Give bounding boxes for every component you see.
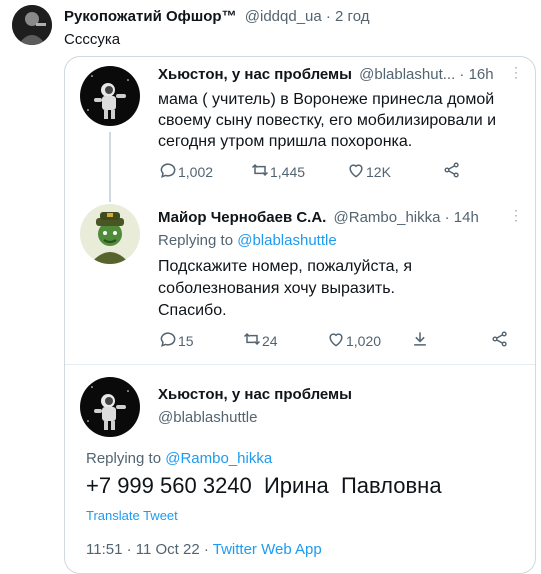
tweet1-text-line: своему сыну повестку, его мобилизировали…	[158, 112, 497, 129]
post-text: Ссссука	[64, 31, 121, 48]
tweet2-more-share-button[interactable]	[490, 329, 510, 352]
tweet2-replying-to-link[interactable]: @blablashuttle	[237, 232, 336, 249]
tweet2-more-icon[interactable]: ⋮	[509, 207, 523, 224]
translate-tweet-link[interactable]: Translate Tweet	[86, 508, 178, 523]
post-author-name[interactable]: Рукопожатий Офшор™	[64, 8, 237, 25]
share-icon	[410, 329, 430, 352]
tweet3-replying-label: Replying to	[86, 450, 166, 467]
tweet3-author-name[interactable]: Хьюстон, у нас проблемы	[158, 386, 352, 403]
share-icon	[442, 160, 462, 183]
tweet2-avatar[interactable]	[80, 204, 140, 264]
tweet1-reply-count: 1,002	[178, 163, 214, 180]
tweet1-like-count: 12K	[366, 163, 391, 180]
tweet1-reply-button[interactable]: 1,002	[158, 160, 213, 183]
tweet2-share-button[interactable]	[410, 329, 430, 352]
tweet2-text-line: Спасибо.	[158, 302, 227, 319]
tweet2-retweet-count: 24	[262, 332, 278, 349]
retweet-icon	[242, 329, 262, 352]
reply-icon	[158, 329, 178, 352]
tweet2-text-line: Подскажите номер, пожалуйста, я	[158, 258, 413, 275]
tweet2-like-count: 1,020	[346, 332, 382, 349]
tweet3-timestamp[interactable]: 11:51 · 11 Oct 22 ·	[86, 541, 213, 558]
tweet1-more-icon[interactable]: ⋮	[509, 64, 523, 81]
avatar-photo-icon	[12, 5, 52, 45]
tweet2-like-button[interactable]: 1,020	[326, 329, 381, 352]
divider	[65, 364, 535, 365]
like-icon	[326, 329, 346, 352]
astronaut-avatar-icon	[80, 377, 140, 437]
tweet1-retweet-button[interactable]: 1,445	[250, 160, 305, 183]
tweet1-handle[interactable]: @blablashut... · 16h	[359, 66, 493, 83]
tweet2-replying-label: Replying to	[158, 232, 238, 249]
tweet2-author-name[interactable]: Майор Чернобаев С.А.	[158, 209, 326, 226]
tweet1-share-button[interactable]	[442, 160, 462, 183]
tweet2-reply-button[interactable]: 15	[158, 329, 194, 352]
officer-avatar-icon	[80, 204, 140, 264]
like-icon	[346, 160, 366, 183]
tweet3-avatar[interactable]	[80, 377, 140, 437]
tweet3-replying-to-link[interactable]: @Rambo_hikka	[165, 450, 272, 467]
tweet1-like-button[interactable]: 12K	[346, 160, 391, 183]
tweet1-avatar[interactable]	[80, 66, 140, 126]
tweet1-text-line: сегодня утром пришла похоронка.	[158, 133, 413, 150]
tweet3-source-link[interactable]: Twitter Web App	[213, 541, 322, 558]
astronaut-avatar-icon	[80, 66, 140, 126]
share-icon	[490, 329, 510, 352]
post-handle-time[interactable]: @iddqd_ua · 2 год	[245, 8, 370, 25]
tweet2-text-line: соболезнования хочу выразить.	[158, 280, 395, 297]
reply-icon	[158, 160, 178, 183]
retweet-icon	[250, 160, 270, 183]
post-author-avatar[interactable]	[12, 5, 52, 45]
thread-line	[109, 132, 111, 202]
tweet1-retweet-count: 1,445	[270, 163, 306, 180]
tweet2-handle[interactable]: @Rambo_hikka · 14h	[334, 209, 479, 226]
tweet1-author-name[interactable]: Хьюстон, у нас проблемы	[158, 66, 352, 83]
tweet2-retweet-button[interactable]: 24	[242, 329, 278, 352]
tweet3-text: +7 999 560 3240 Ирина Павловна	[86, 473, 442, 498]
tweet2-reply-count: 15	[178, 332, 194, 349]
tweet3-handle[interactable]: @blablashuttle	[158, 409, 257, 426]
tweet1-text-line: мама ( учитель) в Воронеже принесла домо…	[158, 91, 495, 108]
